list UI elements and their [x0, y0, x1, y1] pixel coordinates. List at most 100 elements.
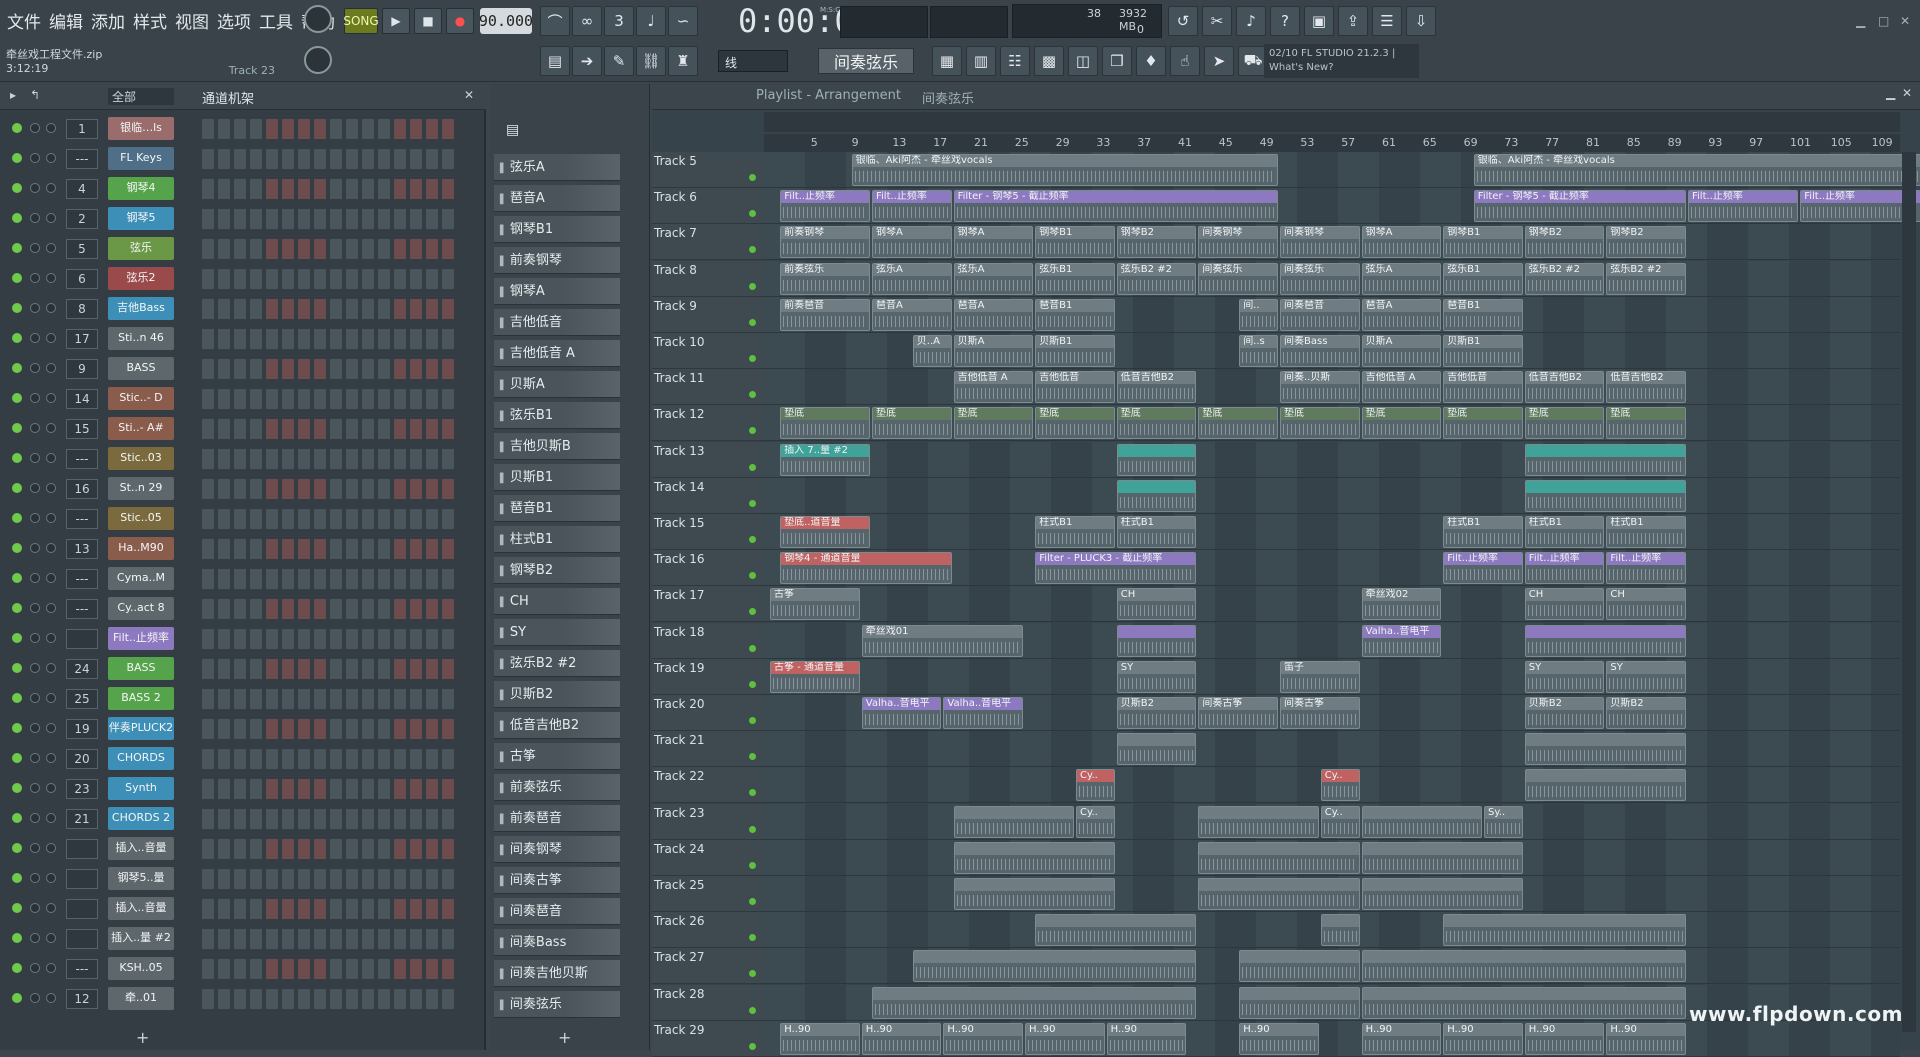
- channel-row[interactable]: 插入..音量: [0, 834, 470, 864]
- channel-row[interactable]: 24 BASS: [0, 654, 470, 684]
- track-header[interactable]: Track 16: [652, 550, 764, 587]
- pan-knob-icon[interactable]: [30, 393, 40, 403]
- pan-knob-icon[interactable]: [30, 873, 40, 883]
- mute-led-icon[interactable]: [12, 423, 22, 433]
- track-led-icon[interactable]: [749, 572, 756, 580]
- track-header[interactable]: Track 7: [652, 224, 764, 261]
- playlist-clip[interactable]: CH: [1116, 588, 1197, 621]
- master-volume-knob[interactable]: [304, 5, 332, 33]
- playlist-clip[interactable]: Cy..: [1320, 769, 1360, 802]
- mute-led-icon[interactable]: [12, 243, 22, 253]
- channel-row[interactable]: 17 Sti..n 46: [0, 324, 470, 354]
- step-seq-icon[interactable]: ▥: [966, 46, 996, 76]
- step-sequencer[interactable]: [202, 779, 458, 799]
- track-led-icon[interactable]: [749, 1042, 756, 1050]
- pattern-item[interactable]: 贝斯A: [494, 371, 620, 398]
- play-icon[interactable]: ▶: [382, 8, 410, 34]
- playlist-clip[interactable]: SY: [1524, 660, 1605, 693]
- pan-knob-icon[interactable]: [30, 573, 40, 583]
- pan-knob-icon[interactable]: [30, 303, 40, 313]
- track-led-icon[interactable]: [749, 753, 756, 761]
- mute-led-icon[interactable]: [12, 483, 22, 493]
- playlist-clip[interactable]: [1116, 624, 1197, 657]
- channel-name-button[interactable]: 插入..音量: [108, 897, 174, 920]
- pattern-item[interactable]: 弦乐A: [494, 154, 620, 181]
- track-header[interactable]: Track 15: [652, 514, 764, 550]
- channel-row[interactable]: --- KSH..05: [0, 954, 470, 984]
- playlist-clip[interactable]: 笛子: [1280, 660, 1360, 693]
- pen-icon[interactable]: ✎: [604, 46, 634, 76]
- track-lane[interactable]: 前奏琶音 琶音A 琶音A 琶音B1 间.. 间奏琶音 琶音A 琶音B1: [764, 296, 1900, 333]
- track-lane[interactable]: H..90 H..90 H..90 H..90 H..90 H..90 H..90 H..90…: [764, 1020, 1900, 1057]
- channel-name-button[interactable]: KSH..05: [108, 957, 174, 980]
- channel-row[interactable]: --- Cyma..M: [0, 564, 470, 594]
- pan-knob-icon[interactable]: [30, 423, 40, 433]
- track-header[interactable]: Track 5: [652, 152, 764, 188]
- playlist-clip[interactable]: Filt..止频率: [780, 190, 870, 223]
- playlist-clip[interactable]: 琶音A: [953, 298, 1034, 331]
- step-sequencer[interactable]: [202, 179, 458, 199]
- mixer-track-number[interactable]: ---: [66, 149, 98, 169]
- playlist-clip[interactable]: 垫底: [872, 407, 952, 440]
- volume-knob-icon[interactable]: [46, 123, 56, 133]
- playlist-clip[interactable]: [912, 950, 1197, 983]
- mute-led-icon[interactable]: [12, 873, 22, 883]
- pattern-item[interactable]: 琶音B1: [494, 495, 620, 522]
- playlist-clip[interactable]: 弦乐B2 #2: [1524, 262, 1605, 295]
- pattern-item[interactable]: 前奏钢琴: [494, 247, 620, 274]
- timeline-ruler[interactable]: 5 9 13 17 21 25 29 33 37 41 45 49 53 57 61 65 69 73 77 81 85…: [764, 134, 1900, 152]
- volume-knob-icon[interactable]: [46, 183, 56, 193]
- track-lane[interactable]: 垫底 垫底 垫底 垫底 垫底 垫底 垫底 垫底 垫底 垫底 垫底: [764, 405, 1900, 442]
- close-icon[interactable]: ✕: [1900, 14, 1910, 28]
- pan-knob-icon[interactable]: [30, 333, 40, 343]
- step-sequencer[interactable]: [202, 869, 458, 889]
- channel-row[interactable]: 16 St..n 29: [0, 474, 470, 504]
- rack-undo-icon[interactable]: ↰: [30, 88, 40, 102]
- mute-led-icon[interactable]: [12, 543, 22, 553]
- menu-item-4[interactable]: 视图: [174, 8, 210, 33]
- playlist-clip[interactable]: 琶音B1: [1035, 298, 1115, 331]
- touch-icon[interactable]: ☝: [1170, 46, 1200, 76]
- download-icon[interactable]: ⇩: [1406, 6, 1436, 36]
- track-lane[interactable]: 插入 7..量 #2: [764, 441, 1900, 478]
- step-sequencer[interactable]: [202, 599, 458, 619]
- mute-led-icon[interactable]: [12, 213, 22, 223]
- track-header[interactable]: Track 21: [652, 731, 764, 768]
- playlist-clip[interactable]: [1361, 950, 1686, 983]
- playlist-clip[interactable]: [1239, 986, 1360, 1019]
- playlist-clip[interactable]: [1361, 841, 1523, 874]
- mute-led-icon[interactable]: [12, 273, 22, 283]
- channel-name-button[interactable]: CHORDS 2: [108, 807, 174, 830]
- mixer-track-number[interactable]: 12: [66, 989, 98, 1009]
- mute-led-icon[interactable]: [12, 843, 22, 853]
- track-header[interactable]: Track 12: [652, 405, 764, 442]
- snap-select[interactable]: 线: [718, 50, 788, 72]
- channel-row[interactable]: 19 伴奏PLUCK2: [0, 714, 470, 744]
- playlist-clip[interactable]: [1524, 479, 1686, 512]
- track-led-icon[interactable]: [749, 644, 756, 652]
- playlist-clip[interactable]: [1524, 443, 1686, 476]
- track-lane[interactable]: 吉他低音 A 吉他低音 低音吉他B2 间奏..贝斯 吉他低音 A 吉他低音 低音吉他B2 低音…: [764, 369, 1900, 406]
- volume-knob-icon[interactable]: [46, 723, 56, 733]
- overview-bar[interactable]: [764, 112, 1900, 132]
- playlist-clip[interactable]: 贝斯B1: [1443, 335, 1523, 367]
- playlist-clip[interactable]: 贝斯B2: [1116, 697, 1197, 729]
- mixer-track-number[interactable]: ---: [66, 599, 98, 619]
- channel-row[interactable]: 13 Ha..M90: [0, 534, 470, 564]
- track-header[interactable]: Track 23: [652, 803, 764, 840]
- track-header[interactable]: Track 11: [652, 369, 764, 406]
- current-pattern[interactable]: 间奏弦乐: [818, 48, 914, 74]
- track-header[interactable]: Track 6: [652, 188, 764, 225]
- volume-knob-icon[interactable]: [46, 813, 56, 823]
- playlist-clip[interactable]: 琶音A: [1361, 298, 1442, 331]
- channel-name-button[interactable]: Synth: [108, 777, 174, 800]
- playlist-clip[interactable]: 间..s: [1239, 335, 1278, 367]
- volume-knob-icon[interactable]: [46, 153, 56, 163]
- playlist-clip[interactable]: 钢琴A: [872, 226, 952, 259]
- mixer-track-number[interactable]: [66, 869, 98, 889]
- channel-row[interactable]: 20 CHORDS: [0, 744, 470, 774]
- mute-led-icon[interactable]: [12, 603, 22, 613]
- playlist-clip[interactable]: [1116, 443, 1197, 476]
- step-sequencer[interactable]: [202, 689, 458, 709]
- playlist-clip[interactable]: 柱式B1: [1606, 516, 1686, 548]
